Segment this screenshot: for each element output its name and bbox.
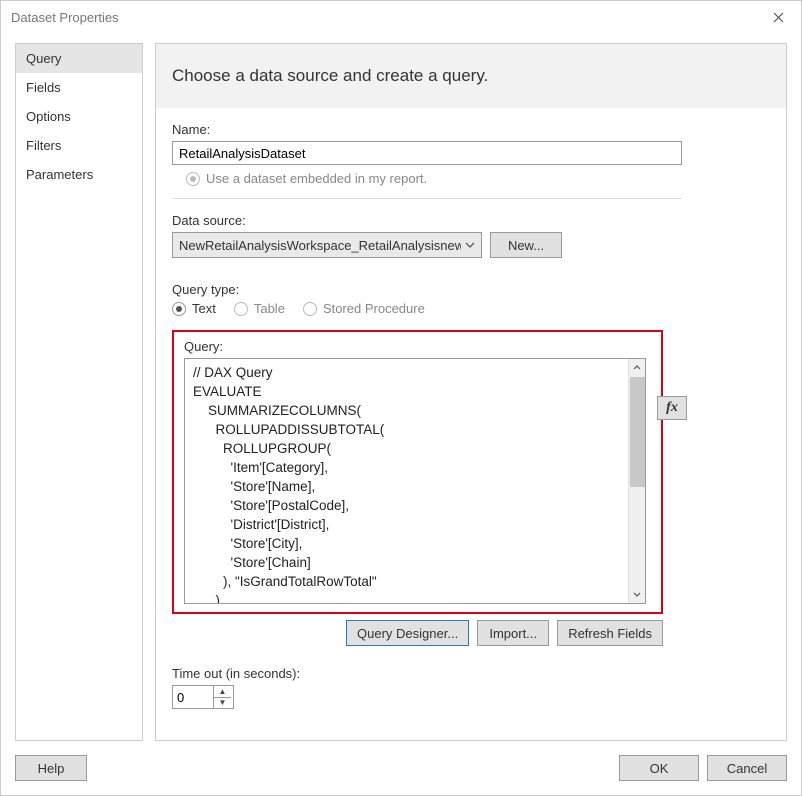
querytype-label: Query type: [172,282,770,297]
embedded-radio [186,172,200,186]
querytype-storedproc[interactable]: Stored Procedure [303,301,425,316]
radio-label: Text [192,301,216,316]
sidebar-item-label: Parameters [26,167,93,182]
dialog-window: Dataset Properties Query Fields Options … [0,0,802,796]
radio-icon [172,302,186,316]
embedded-radio-label: Use a dataset embedded in my report. [206,171,427,186]
scroll-thumb[interactable] [630,377,645,487]
scrollbar[interactable] [628,359,645,603]
radio-icon [303,302,317,316]
expression-button[interactable]: fx [657,396,687,420]
sidebar-item-label: Options [26,109,71,124]
button-label: Query Designer... [357,626,458,641]
main-panel: Choose a data source and create a query.… [155,43,787,741]
querytype-table[interactable]: Table [234,301,285,316]
ok-button[interactable]: OK [619,755,699,781]
radio-label: Stored Procedure [323,301,425,316]
button-label: Refresh Fields [568,626,652,641]
sidebar-item-query[interactable]: Query [16,44,142,73]
close-button[interactable] [755,1,801,33]
scroll-up-icon[interactable] [629,359,645,376]
help-button[interactable]: Help [15,755,87,781]
cancel-button[interactable]: Cancel [707,755,787,781]
import-button[interactable]: Import... [477,620,549,646]
scroll-down-icon[interactable] [629,586,645,603]
embedded-radio-row: Use a dataset embedded in my report. [186,171,770,186]
timeout-spinner[interactable]: ▲ ▼ [172,685,234,709]
query-button-row: Query Designer... Import... Refresh Fiel… [172,620,663,646]
sidebar-item-label: Filters [26,138,61,153]
button-label: New... [508,238,544,253]
sidebar-item-parameters[interactable]: Parameters [16,160,142,189]
timeout-label: Time out (in seconds): [172,666,770,681]
sidebar-item-filters[interactable]: Filters [16,131,142,160]
divider [172,198,682,199]
querytype-text[interactable]: Text [172,301,216,316]
close-icon [773,12,784,23]
name-label: Name: [172,122,770,137]
button-label: Help [38,761,65,776]
refresh-fields-button[interactable]: Refresh Fields [557,620,663,646]
query-text-content: // DAX Query EVALUATE SUMMARIZECOLUMNS( … [193,363,625,604]
sidebar-item-label: Query [26,51,61,66]
datasource-label: Data source: [172,213,770,228]
titlebar: Dataset Properties [1,1,801,33]
datasource-value: NewRetailAnalysisWorkspace_RetailAnalysi… [179,238,461,253]
spinner-up-icon[interactable]: ▲ [214,686,231,698]
dialog-footer: Help OK Cancel [1,741,801,795]
new-datasource-button[interactable]: New... [490,232,562,258]
button-label: Import... [489,626,537,641]
fx-icon: fx [666,400,678,416]
query-highlight-box: Query: // DAX Query EVALUATE SUMMARIZECO… [172,330,663,614]
name-input[interactable] [172,141,682,165]
sidebar: Query Fields Options Filters Parameters [15,43,143,741]
query-textarea[interactable]: // DAX Query EVALUATE SUMMARIZECOLUMNS( … [184,358,646,604]
spinner-down-icon[interactable]: ▼ [214,698,231,709]
sidebar-item-options[interactable]: Options [16,102,142,131]
button-label: OK [650,761,669,776]
query-designer-button[interactable]: Query Designer... [346,620,469,646]
chevron-down-icon [465,242,475,248]
radio-icon [234,302,248,316]
window-title: Dataset Properties [11,10,119,25]
button-label: Cancel [727,761,767,776]
query-label: Query: [184,339,651,354]
sidebar-item-label: Fields [26,80,61,95]
radio-label: Table [254,301,285,316]
page-header: Choose a data source and create a query. [156,44,786,108]
querytype-group: Text Table Stored Procedure [172,301,770,316]
timeout-input[interactable] [173,686,213,708]
datasource-select[interactable]: NewRetailAnalysisWorkspace_RetailAnalysi… [172,232,482,258]
sidebar-item-fields[interactable]: Fields [16,73,142,102]
